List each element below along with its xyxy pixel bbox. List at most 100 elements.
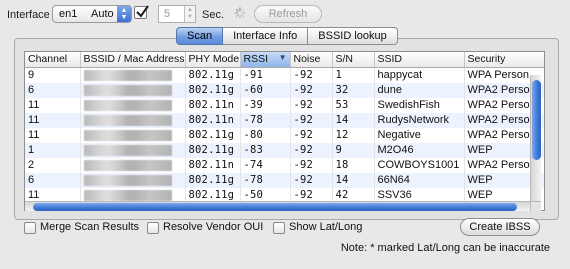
table-cell: 11 bbox=[25, 97, 81, 113]
table-cell: COWBOYS1001 bbox=[374, 157, 465, 173]
rssi-header-label: RSSI bbox=[243, 53, 269, 66]
table-row[interactable]: 11 802.11g -80 -92 12 Negative WPA2 Perso bbox=[25, 127, 544, 143]
interface-mode: Auto bbox=[91, 8, 114, 20]
horizontal-scroll-thumb[interactable] bbox=[33, 203, 517, 211]
checkmark-icon bbox=[136, 5, 149, 18]
table-cell: M2O46 bbox=[374, 142, 465, 158]
redacted-mac-address bbox=[83, 114, 172, 126]
table-cell: -60 bbox=[240, 82, 291, 98]
sort-descending-icon: ▼ bbox=[278, 53, 287, 63]
table-cell: -91 bbox=[240, 67, 291, 83]
table-row[interactable]: 11 802.11n -78 -92 14 RudysNetwork WPA2 Perso bbox=[25, 112, 544, 128]
seconds-stepper[interactable]: 5 ▲ ▼ bbox=[158, 5, 196, 23]
horizontal-scrollbar[interactable] bbox=[25, 201, 530, 211]
table-cell: 802.11n bbox=[185, 157, 241, 173]
cell-bssid-redacted bbox=[80, 112, 186, 128]
table-cell: -92 bbox=[290, 82, 333, 98]
column-header-security[interactable]: Security bbox=[464, 52, 544, 68]
column-header-sn[interactable]: S/N bbox=[332, 52, 375, 68]
table-cell: -92 bbox=[290, 172, 333, 188]
table-cell: 802.11g bbox=[185, 172, 241, 188]
table-cell: 53 bbox=[332, 97, 375, 113]
table-cell: 14 bbox=[332, 112, 375, 128]
column-header-ssid[interactable]: SSID bbox=[374, 52, 465, 68]
table-cell: 14 bbox=[332, 172, 375, 188]
table-cell: 802.11g bbox=[185, 142, 241, 158]
table-cell: 18 bbox=[332, 157, 375, 173]
table-row[interactable]: 2 802.11n -74 -92 18 COWBOYS1001 WPA2 Perso bbox=[25, 157, 544, 173]
table-cell: 2 bbox=[25, 157, 81, 173]
table-cell: RudysNetwork bbox=[374, 112, 465, 128]
redacted-mac-address bbox=[83, 189, 172, 201]
table-cell: 802.11g bbox=[185, 127, 241, 143]
popup-arrows-icon: ▲ ▼ bbox=[117, 6, 131, 22]
table-cell: 11 bbox=[25, 112, 81, 128]
table-cell: -92 bbox=[290, 112, 333, 128]
toolbar: Interface en1 Auto ▲ ▼ 5 ▲ ▼ Sec. Refresh bbox=[0, 0, 570, 28]
table-cell: 9 bbox=[332, 142, 375, 158]
table-cell: 6 bbox=[25, 82, 81, 98]
spinner-icon bbox=[234, 7, 246, 19]
redacted-mac-address bbox=[83, 129, 172, 141]
table-cell: 802.11g bbox=[185, 67, 241, 83]
interface-popup[interactable]: en1 Auto ▲ ▼ bbox=[52, 5, 132, 23]
table-row[interactable]: 6 802.11g -60 -92 32 dune WPA2 Perso bbox=[25, 82, 544, 98]
table-cell: 802.11g bbox=[185, 82, 241, 98]
table-cell: -92 bbox=[290, 97, 333, 113]
table-row[interactable]: 6 802.11g -78 -92 14 66N64 WEP bbox=[25, 172, 544, 188]
table-header-row: Channel BSSID / Mac Address PHY Mode RSS… bbox=[25, 52, 544, 68]
interface-label: Interface bbox=[7, 9, 50, 21]
resolve-vendor-oui-label: Resolve Vendor OUI bbox=[163, 221, 264, 233]
column-header-bssid[interactable]: BSSID / Mac Address bbox=[80, 52, 186, 68]
column-header-rssi[interactable]: RSSI ▼ bbox=[240, 52, 291, 68]
merge-scan-results-checkbox[interactable] bbox=[24, 222, 36, 234]
table-cell: 32 bbox=[332, 82, 375, 98]
refresh-button[interactable]: Refresh bbox=[254, 5, 322, 23]
stepper-arrows-icon[interactable]: ▲ ▼ bbox=[184, 6, 195, 22]
table-cell: -39 bbox=[240, 97, 291, 113]
table-row[interactable]: 11 802.11n -39 -92 53 SwedishFish WPA2 Perso bbox=[25, 97, 544, 113]
column-header-channel[interactable]: Channel bbox=[25, 52, 81, 68]
auto-refresh-checkbox[interactable] bbox=[134, 5, 149, 19]
table-cell: -78 bbox=[240, 172, 291, 188]
seconds-value: 5 bbox=[164, 8, 171, 20]
cell-bssid-redacted bbox=[80, 142, 186, 158]
tab-bar: Scan Interface Info BSSID lookup bbox=[176, 27, 398, 45]
merge-scan-results-label: Merge Scan Results bbox=[40, 221, 140, 233]
table-cell: 1 bbox=[332, 67, 375, 83]
column-header-noise[interactable]: Noise bbox=[290, 52, 333, 68]
table-row[interactable]: 1 802.11g -83 -92 9 M2O46 WEP bbox=[25, 142, 544, 158]
table-cell: 12 bbox=[332, 127, 375, 143]
cell-bssid-redacted bbox=[80, 172, 186, 188]
table-cell: Negative bbox=[374, 127, 465, 143]
table-cell: 9 bbox=[25, 67, 81, 83]
table-cell: -92 bbox=[290, 127, 333, 143]
redacted-mac-address bbox=[83, 144, 172, 156]
table-cell: 802.11n bbox=[185, 112, 241, 128]
scroll-corner bbox=[530, 201, 541, 211]
table-cell: 66N64 bbox=[374, 172, 465, 188]
table-cell: dune bbox=[374, 82, 465, 98]
table-cell: 1 bbox=[25, 142, 81, 158]
tab-scan[interactable]: Scan bbox=[176, 27, 224, 45]
create-ibss-button[interactable]: Create IBSS bbox=[460, 218, 540, 236]
table-cell: 11 bbox=[25, 127, 81, 143]
show-lat-long-checkbox[interactable] bbox=[273, 222, 285, 234]
table-cell: -83 bbox=[240, 142, 291, 158]
table-cell: -92 bbox=[290, 142, 333, 158]
table-row[interactable]: 9 802.11g -91 -92 1 happycat WPA Person bbox=[25, 67, 544, 83]
cell-bssid-redacted bbox=[80, 97, 186, 113]
redacted-mac-address bbox=[83, 84, 172, 96]
cell-bssid-redacted bbox=[80, 127, 186, 143]
table-cell: -92 bbox=[290, 67, 333, 83]
resolve-vendor-oui-checkbox[interactable] bbox=[147, 222, 159, 234]
column-header-phy-mode[interactable]: PHY Mode bbox=[185, 52, 241, 68]
tab-bssid-lookup[interactable]: BSSID lookup bbox=[308, 27, 398, 45]
interface-name: en1 bbox=[59, 8, 78, 20]
vertical-scrollbar[interactable] bbox=[530, 75, 541, 203]
table-cell: happycat bbox=[374, 67, 465, 83]
redacted-mac-address bbox=[83, 174, 172, 186]
table-cell: 6 bbox=[25, 172, 81, 188]
vertical-scroll-thumb[interactable] bbox=[532, 80, 541, 160]
tab-interface-info[interactable]: Interface Info bbox=[223, 27, 309, 45]
